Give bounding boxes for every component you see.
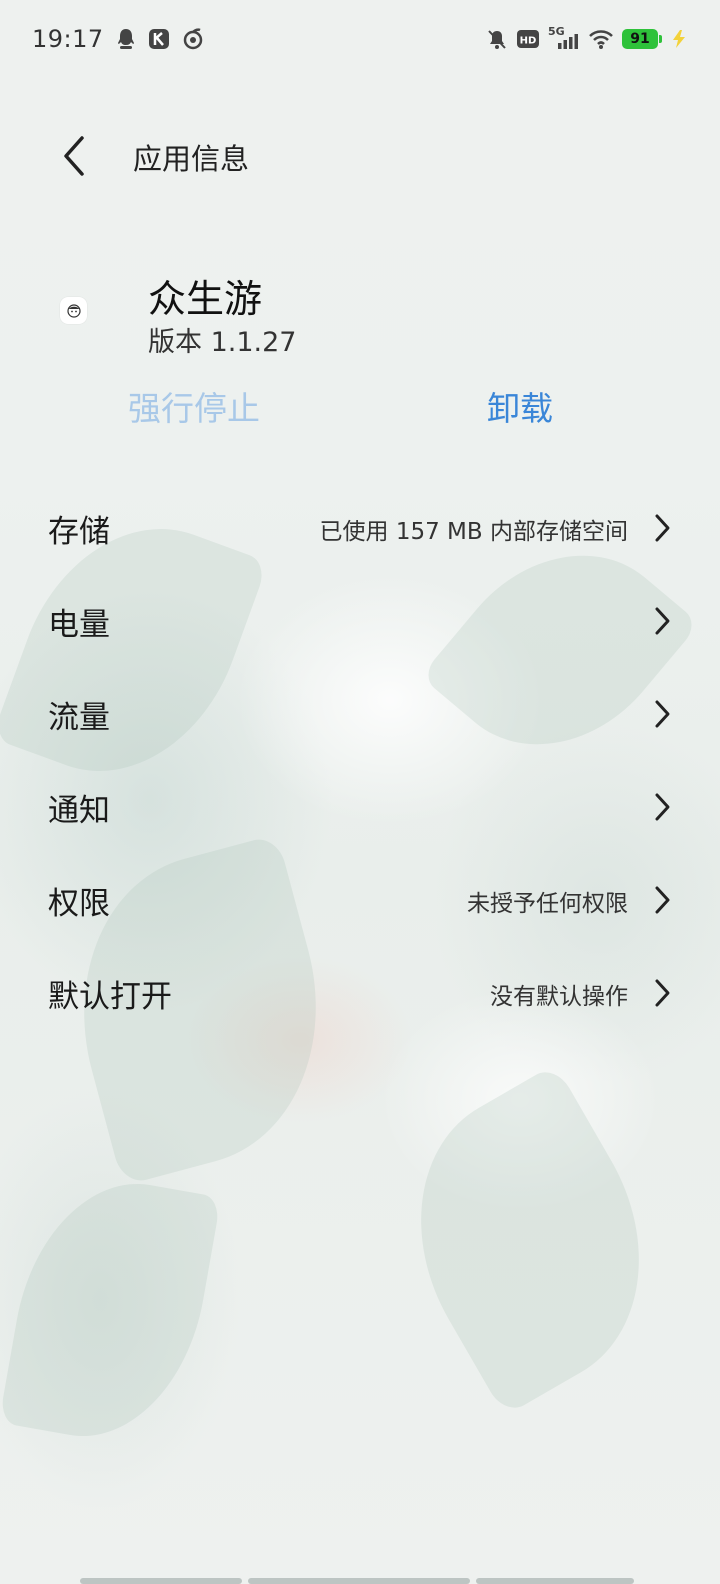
chevron-right-icon <box>650 512 674 544</box>
status-bar-right: HD 5G 91 <box>486 25 688 51</box>
app-bar: 应用信息 <box>0 118 720 194</box>
svg-text:HD: HD <box>520 36 537 47</box>
setting-row-notifications[interactable]: 通知 <box>0 761 720 854</box>
setting-label: 电量 <box>48 607 110 643</box>
nav-bar-segment <box>476 1578 634 1584</box>
chevron-right-icon <box>650 884 674 916</box>
back-button[interactable] <box>50 130 98 182</box>
background-leaf <box>364 1063 696 1417</box>
uninstall-button[interactable]: 卸载 <box>487 382 553 430</box>
setting-row-open-by-default[interactable]: 默认打开 没有默认操作 <box>0 947 720 1040</box>
chevron-right-icon <box>650 605 674 637</box>
app-actions: 强行停止 卸载 <box>0 382 720 432</box>
chevron-right-icon <box>650 791 674 823</box>
status-time: 19:17 <box>32 25 104 53</box>
setting-row-permissions[interactable]: 权限 未授予任何权限 <box>0 854 720 947</box>
app-logo-icon <box>60 297 87 324</box>
wifi-icon <box>588 28 614 50</box>
signal-5g-icon: 5G <box>548 25 580 51</box>
setting-row-battery[interactable]: 电量 <box>0 575 720 668</box>
charging-icon <box>670 29 688 49</box>
chevron-right-icon <box>650 698 674 730</box>
setting-value: 未授予任何权限 <box>467 891 628 917</box>
swirl-app-icon <box>182 28 204 50</box>
battery-icon: 91 <box>622 29 662 49</box>
app-version: 版本 1.1.27 <box>148 327 297 358</box>
hd-icon: HD <box>516 29 540 49</box>
page-title: 应用信息 <box>133 142 250 176</box>
bell-muted-icon <box>486 28 508 50</box>
app-name: 众生游 <box>148 277 263 321</box>
setting-label: 流量 <box>48 700 110 736</box>
qq-penguin-icon <box>116 28 136 50</box>
setting-value: 没有默认操作 <box>490 984 628 1010</box>
setting-label: 权限 <box>48 886 110 922</box>
background-leaf <box>0 1166 222 1454</box>
setting-row-data-usage[interactable]: 流量 <box>0 668 720 761</box>
nav-bar-segment <box>80 1578 242 1584</box>
setting-label: 默认打开 <box>48 979 172 1015</box>
status-bar: 19:17 HD 5G 91 <box>0 0 720 78</box>
setting-label: 存储 <box>48 514 110 550</box>
nav-bar-segment <box>248 1578 470 1584</box>
gesture-nav-bar[interactable] <box>80 1578 634 1584</box>
network-type: 5G <box>548 25 565 38</box>
chevron-right-icon <box>650 977 674 1009</box>
setting-value: 已使用 157 MB 内部存储空间 <box>319 519 628 545</box>
force-stop-button[interactable]: 强行停止 <box>128 382 260 430</box>
k-app-icon <box>148 28 170 50</box>
settings-list: 存储 已使用 157 MB 内部存储空间 电量 流量 通知 权限 未授予任何权限… <box>0 482 720 1040</box>
status-bar-left: 19:17 <box>32 25 204 53</box>
setting-row-storage[interactable]: 存储 已使用 157 MB 内部存储空间 <box>0 482 720 575</box>
chevron-left-icon <box>60 134 88 178</box>
setting-label: 通知 <box>48 793 110 829</box>
